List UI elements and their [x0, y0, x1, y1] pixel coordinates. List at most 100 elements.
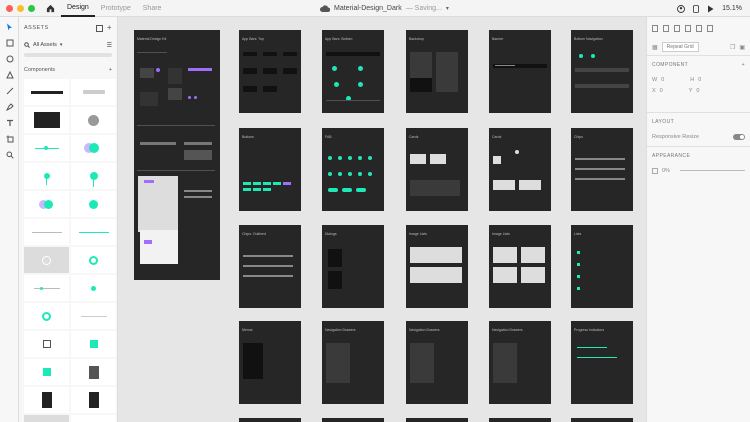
artboard-tool[interactable]: [0, 131, 19, 147]
component-tile[interactable]: [71, 191, 116, 217]
component-tile[interactable]: [24, 135, 69, 161]
component-tile[interactable]: [71, 247, 116, 273]
artboard-partial[interactable]: [239, 418, 301, 422]
opacity-slider[interactable]: [679, 170, 745, 171]
mobile-preview-icon[interactable]: [693, 4, 700, 13]
component-tile[interactable]: [71, 303, 116, 329]
align-right-icon[interactable]: [674, 24, 680, 32]
artboard-partial[interactable]: [489, 418, 551, 422]
component-tile[interactable]: [24, 275, 69, 301]
component-tile[interactable]: [24, 303, 69, 329]
align-top-icon[interactable]: [685, 24, 691, 32]
zoom-tool[interactable]: [0, 147, 19, 163]
close-window-button[interactable]: [6, 4, 13, 12]
design-canvas[interactable]: Material Design Kit App Bars: Top App Ba…: [118, 17, 646, 422]
component-tile[interactable]: [24, 359, 69, 385]
artboard-backdrop[interactable]: Backdrop: [406, 30, 468, 113]
artboard-bottom-navigation[interactable]: Bottom Navigation: [571, 30, 633, 113]
artboard-partial[interactable]: [571, 418, 633, 422]
select-tool[interactable]: [0, 19, 19, 35]
artboard-cards-1[interactable]: Cards: [406, 128, 468, 211]
artboard-menus[interactable]: Menus: [239, 321, 301, 404]
component-tile[interactable]: [71, 107, 116, 133]
list-view-icon[interactable]: ☰: [107, 42, 112, 49]
component-tile[interactable]: [24, 79, 69, 105]
assets-search-bar[interactable]: [24, 53, 112, 57]
line-tool[interactable]: [0, 83, 19, 99]
artboard-buttons[interactable]: Buttons: [239, 128, 301, 211]
component-tile[interactable]: [71, 359, 116, 385]
component-tile[interactable]: [71, 415, 116, 422]
align-bottom-icon[interactable]: [707, 24, 713, 32]
zoom-window-button[interactable]: [28, 4, 35, 12]
artboard-navigation-drawers-3[interactable]: Navigation Drawers: [489, 321, 551, 404]
add-asset-icon[interactable]: +: [107, 23, 112, 32]
artboard-banner[interactable]: Banner: [489, 30, 551, 113]
component-tile[interactable]: [24, 163, 69, 189]
align-center-icon[interactable]: [663, 24, 669, 32]
play-icon[interactable]: [707, 5, 714, 13]
pen-tool[interactable]: [0, 99, 19, 115]
tab-prototype[interactable]: Prototype: [95, 0, 137, 17]
artboard-chips-outlined[interactable]: Chips: Outlined: [239, 225, 301, 308]
grid-icon: ▦: [652, 44, 658, 51]
component-tile[interactable]: [24, 331, 69, 357]
component-tile[interactable]: [71, 79, 116, 105]
component-tile[interactable]: [71, 275, 116, 301]
rectangle-tool[interactable]: [0, 35, 19, 51]
tab-design[interactable]: Design: [61, 0, 95, 17]
import-icon[interactable]: [95, 24, 103, 32]
minimize-window-button[interactable]: [17, 4, 24, 12]
add-icon[interactable]: +: [742, 62, 745, 68]
copy-icon[interactable]: ❐: [730, 44, 735, 51]
artboard-image-lists-2[interactable]: Image Lists: [489, 225, 551, 308]
assets-filter[interactable]: All Assets ▾ ☰: [19, 39, 117, 51]
artboard-fab[interactable]: FAB: [322, 128, 384, 211]
zoom-level[interactable]: 15.1%: [722, 5, 742, 12]
component-tile[interactable]: [71, 163, 116, 189]
artboard-title: Lists: [574, 232, 582, 236]
artboard-material-design-kit[interactable]: Material Design Kit: [134, 30, 220, 280]
text-tool[interactable]: [0, 115, 19, 131]
component-tile[interactable]: [71, 135, 116, 161]
align-left-icon[interactable]: [652, 24, 658, 32]
ellipse-tool[interactable]: [0, 51, 19, 67]
y-label: Y: [688, 87, 693, 94]
group-icon[interactable]: ▣: [739, 44, 745, 51]
component-tile[interactable]: [71, 387, 116, 413]
component-tile[interactable]: [24, 387, 69, 413]
opacity-value[interactable]: 0%: [662, 168, 670, 174]
component-tile[interactable]: [71, 331, 116, 357]
artboard-navigation-drawers-2[interactable]: Navigation Drawers: [406, 321, 468, 404]
user-icon[interactable]: [677, 4, 686, 13]
responsive-resize-toggle[interactable]: [733, 133, 745, 140]
component-tile[interactable]: [24, 247, 69, 273]
x-value[interactable]: 0: [660, 88, 663, 94]
artboard-lists[interactable]: Lists: [571, 225, 633, 308]
artboard-progress-indicators[interactable]: Progress Indicators: [571, 321, 633, 404]
artboard-dialogs[interactable]: Dialogs: [322, 225, 384, 308]
artboard-partial[interactable]: [406, 418, 468, 422]
component-tile[interactable]: [24, 191, 69, 217]
width-value[interactable]: 0: [661, 77, 664, 83]
component-tile[interactable]: [71, 219, 116, 245]
artboard-app-bars-top[interactable]: App Bars: Top: [239, 30, 301, 113]
tab-share[interactable]: Share: [137, 0, 168, 17]
artboard-app-bars-bottom[interactable]: App Bars: Bottom: [322, 30, 384, 113]
height-value[interactable]: 0: [698, 77, 701, 83]
artboard-cards-2[interactable]: Cards: [489, 128, 551, 211]
artboard-partial[interactable]: [322, 418, 384, 422]
add-component-icon[interactable]: +: [109, 67, 112, 77]
y-value[interactable]: 0: [696, 88, 699, 94]
artboard-chips[interactable]: Chips: [571, 128, 633, 211]
polygon-tool[interactable]: [0, 67, 19, 83]
component-tile[interactable]: [24, 107, 69, 133]
chevron-down-icon[interactable]: ▾: [446, 5, 449, 12]
home-icon[interactable]: [45, 3, 55, 13]
artboard-image-lists-1[interactable]: Image Lists: [406, 225, 468, 308]
component-tile[interactable]: [24, 219, 69, 245]
component-tile[interactable]: [24, 415, 69, 422]
artboard-navigation-drawers-1[interactable]: Navigation Drawers: [322, 321, 384, 404]
repeat-grid-button[interactable]: Repeat Grid: [661, 42, 699, 52]
align-middle-icon[interactable]: [696, 24, 702, 32]
